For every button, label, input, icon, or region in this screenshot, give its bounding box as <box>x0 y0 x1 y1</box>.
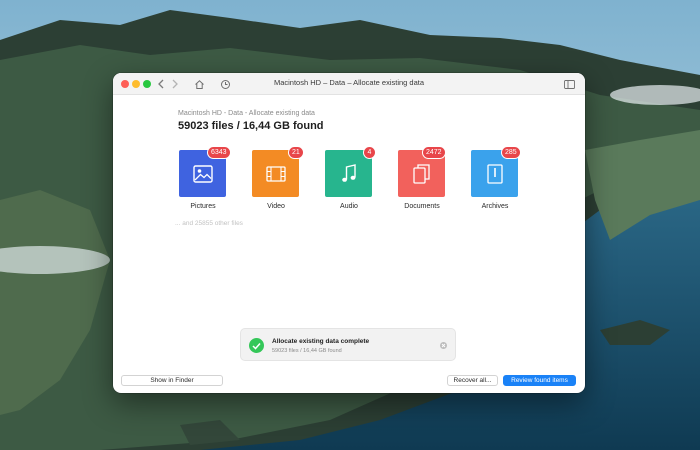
category-video[interactable]: 21 Video <box>246 146 306 210</box>
pictures-label: Pictures <box>190 203 216 210</box>
category-documents[interactable]: 2472 Documents <box>392 146 452 210</box>
title-bar: Macintosh HD – Data – Allocate existing … <box>113 73 585 95</box>
show-in-finder-button[interactable]: Show in Finder <box>121 375 223 386</box>
documents-label: Documents <box>404 203 440 210</box>
documents-icon <box>412 163 430 184</box>
other-files-link[interactable]: ... and 25855 other files <box>175 220 243 227</box>
scan-summary: 59023 files / 16,44 GB found <box>178 120 324 132</box>
archives-count-badge: 285 <box>501 146 521 159</box>
dismiss-notification-icon[interactable] <box>440 342 447 349</box>
window-title: Macintosh HD – Data – Allocate existing … <box>273 78 425 87</box>
recover-all-button[interactable]: Recover all... <box>447 375 498 386</box>
app-window: Macintosh HD – Data – Allocate existing … <box>113 73 585 393</box>
notification-subtitle: 59023 files / 16,44 GB found <box>272 348 342 354</box>
music-note-icon <box>341 163 356 182</box>
audio-count-badge: 4 <box>363 146 376 159</box>
video-count-badge: 21 <box>288 146 304 159</box>
review-found-items-button[interactable]: Review found items <box>503 375 576 386</box>
category-audio[interactable]: 4 Audio <box>319 146 379 210</box>
category-pictures[interactable]: 6343 Pictures <box>173 146 233 210</box>
scan-complete-notification: Allocate existing data complete 59023 fi… <box>240 328 456 361</box>
archive-icon <box>486 163 503 184</box>
image-icon <box>192 164 213 183</box>
breadcrumb: Macintosh HD - Data - Allocate existing … <box>178 110 315 117</box>
checkmark-icon <box>249 338 264 353</box>
documents-count-badge: 2472 <box>422 146 446 159</box>
video-label: Video <box>267 203 285 210</box>
category-archives[interactable]: 285 Archives <box>465 146 525 210</box>
archives-label: Archives <box>481 203 509 210</box>
pictures-count-badge: 6343 <box>207 146 231 159</box>
sidebar-toggle-icon[interactable] <box>564 77 575 91</box>
film-icon <box>265 165 286 182</box>
notification-title: Allocate existing data complete <box>272 338 370 345</box>
audio-label: Audio <box>340 203 358 210</box>
